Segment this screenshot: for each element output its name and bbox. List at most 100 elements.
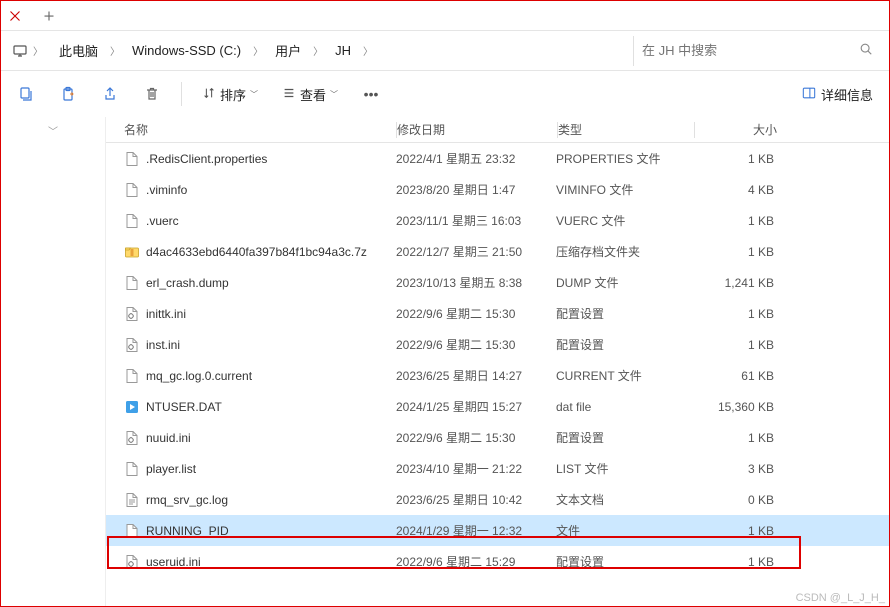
file-list-pane: 名称 修改日期 类型 大小 .RedisClient.properties 202… bbox=[106, 117, 889, 606]
sort-label: 排序 bbox=[220, 85, 246, 104]
file-name: .RedisClient.properties bbox=[146, 152, 267, 166]
search-icon[interactable] bbox=[859, 42, 873, 59]
file-icon bbox=[124, 461, 140, 477]
col-size[interactable]: 大小 bbox=[695, 121, 795, 138]
file-row[interactable]: player.list 2023/4/10 星期一 21:22LIST 文件3 K… bbox=[106, 453, 889, 484]
chevron-down-icon: ﹀ bbox=[330, 89, 338, 100]
file-date: 2024/1/29 星期一 12:32 bbox=[396, 522, 556, 539]
file-size: 3 KB bbox=[692, 462, 792, 476]
file-name: rmq_srv_gc.log bbox=[146, 493, 228, 507]
more-button[interactable]: ••• bbox=[354, 77, 388, 111]
file-row[interactable]: .RedisClient.properties 2022/4/1 星期五 23:3… bbox=[106, 143, 889, 174]
crumb-pc[interactable]: 此电脑 bbox=[53, 37, 104, 64]
titlebar bbox=[1, 1, 889, 31]
file-row[interactable]: inittk.ini2022/9/6 星期二 15:30配置设置1 KB bbox=[106, 298, 889, 329]
file-icon bbox=[124, 399, 140, 415]
col-name[interactable]: 名称 bbox=[106, 121, 396, 138]
crumb-current[interactable]: JH bbox=[329, 39, 357, 62]
file-row[interactable]: rmq_srv_gc.log 2023/6/25 星期日 10:42文本文档0 K… bbox=[106, 484, 889, 515]
file-icon bbox=[124, 430, 140, 446]
file-row[interactable]: inst.ini2022/9/6 星期二 15:30配置设置1 KB bbox=[106, 329, 889, 360]
toolbar: 排序 ﹀ 查看 ﹀ ••• 详细信息 bbox=[1, 71, 889, 117]
file-type: LIST 文件 bbox=[556, 460, 692, 477]
nav-sidebar[interactable]: ﹀ bbox=[1, 117, 106, 606]
file-type: 配置设置 bbox=[556, 305, 692, 322]
col-date[interactable]: 修改日期 bbox=[397, 121, 557, 138]
file-size: 1 KB bbox=[692, 245, 792, 259]
file-size: 15,360 KB bbox=[692, 400, 792, 414]
file-icon bbox=[124, 337, 140, 353]
new-tab-button[interactable] bbox=[35, 2, 63, 30]
file-date: 2022/9/6 星期二 15:30 bbox=[396, 336, 556, 353]
sort-button[interactable]: 排序 ﹀ bbox=[194, 79, 266, 110]
details-pane-button[interactable]: 详细信息 bbox=[793, 79, 881, 110]
file-icon bbox=[124, 244, 140, 260]
file-size: 61 KB bbox=[692, 369, 792, 383]
delete-button[interactable] bbox=[135, 77, 169, 111]
pc-icon[interactable] bbox=[9, 40, 31, 62]
chevron-down-icon: ﹀ bbox=[250, 89, 258, 100]
file-date: 2023/8/20 星期日 1:47 bbox=[396, 181, 556, 198]
file-size: 1,241 KB bbox=[692, 276, 792, 290]
file-icon bbox=[124, 306, 140, 322]
sort-icon bbox=[202, 86, 216, 103]
file-name: inst.ini bbox=[146, 338, 180, 352]
file-type: 文本文档 bbox=[556, 491, 692, 508]
chevron-right-icon: 〉 bbox=[31, 43, 45, 58]
crumb-drive[interactable]: Windows-SSD (C:) bbox=[126, 39, 247, 62]
file-size: 4 KB bbox=[692, 183, 792, 197]
file-row[interactable]: erl_crash.dump2023/10/13 星期五 8:38DUMP 文件… bbox=[106, 267, 889, 298]
file-size: 1 KB bbox=[692, 214, 792, 228]
file-type: VUERC 文件 bbox=[556, 212, 692, 229]
file-row[interactable]: NTUSER.DAT 2024/1/25 星期四 15:27dat file15,… bbox=[106, 391, 889, 422]
file-date: 2023/6/25 星期日 14:27 bbox=[396, 367, 556, 384]
file-date: 2022/4/1 星期五 23:32 bbox=[396, 150, 556, 167]
file-name: player.list bbox=[146, 462, 196, 476]
content-area: ﹀ 名称 修改日期 类型 大小 .RedisClient.properties 2… bbox=[1, 117, 889, 606]
address-bar: 〉 此电脑 〉 Windows-SSD (C:) 〉 用户 〉 JH 〉 bbox=[1, 31, 889, 71]
share-button[interactable] bbox=[93, 77, 127, 111]
file-type: 配置设置 bbox=[556, 429, 692, 446]
file-icon bbox=[124, 368, 140, 384]
watermark: CSDN @_L_J_H_ bbox=[796, 592, 885, 604]
details-icon bbox=[801, 86, 817, 103]
chevron-right-icon: 〉 bbox=[311, 43, 325, 58]
file-name: NTUSER.DAT bbox=[146, 400, 222, 414]
file-row[interactable]: nuuid.ini2022/9/6 星期二 15:30配置设置1 KB bbox=[106, 422, 889, 453]
file-name: inittk.ini bbox=[146, 307, 186, 321]
file-icon bbox=[124, 182, 140, 198]
file-row[interactable]: .viminfo2023/8/20 星期日 1:47VIMINFO 文件4 KB bbox=[106, 174, 889, 205]
file-date: 2024/1/25 星期四 15:27 bbox=[396, 398, 556, 415]
column-headers: 名称 修改日期 类型 大小 bbox=[106, 117, 889, 143]
search-box[interactable] bbox=[633, 36, 881, 66]
chevron-down-icon[interactable]: ﹀ bbox=[1, 117, 105, 144]
col-type[interactable]: 类型 bbox=[558, 121, 694, 138]
file-size: 1 KB bbox=[692, 524, 792, 538]
file-row[interactable]: mq_gc.log.0.current2023/6/25 星期日 14:27CU… bbox=[106, 360, 889, 391]
file-type: 压缩存档文件夹 bbox=[556, 243, 692, 260]
search-input[interactable] bbox=[642, 43, 859, 58]
file-row[interactable]: .vuerc2023/11/1 星期三 16:03VUERC 文件1 KB bbox=[106, 205, 889, 236]
file-type: dat file bbox=[556, 400, 692, 414]
view-button[interactable]: 查看 ﹀ bbox=[274, 79, 346, 110]
breadcrumb: 此电脑 〉 Windows-SSD (C:) 〉 用户 〉 JH 〉 bbox=[45, 37, 633, 64]
file-date: 2022/9/6 星期二 15:29 bbox=[396, 553, 556, 570]
file-row[interactable]: d4ac4633ebd6440fa397b84f1bc94a3c.7z2022/… bbox=[106, 236, 889, 267]
file-name: .vuerc bbox=[146, 214, 179, 228]
file-date: 2022/9/6 星期二 15:30 bbox=[396, 429, 556, 446]
paste-button[interactable] bbox=[51, 77, 85, 111]
file-row[interactable]: RUNNING_PID2024/1/29 星期一 12:32文件1 KB bbox=[106, 515, 889, 546]
file-icon bbox=[124, 554, 140, 570]
copy-button[interactable] bbox=[9, 77, 43, 111]
list-icon bbox=[282, 86, 296, 103]
file-size: 1 KB bbox=[692, 338, 792, 352]
file-row[interactable]: useruid.ini2022/9/6 星期二 15:29配置设置1 KB bbox=[106, 546, 889, 577]
tab-close-button[interactable] bbox=[5, 6, 25, 26]
file-icon bbox=[124, 275, 140, 291]
file-date: 2023/6/25 星期日 10:42 bbox=[396, 491, 556, 508]
file-size: 0 KB bbox=[692, 493, 792, 507]
file-name: d4ac4633ebd6440fa397b84f1bc94a3c.7z bbox=[146, 245, 367, 259]
file-date: 2023/4/10 星期一 21:22 bbox=[396, 460, 556, 477]
crumb-users[interactable]: 用户 bbox=[269, 37, 307, 64]
view-label: 查看 bbox=[300, 85, 326, 104]
